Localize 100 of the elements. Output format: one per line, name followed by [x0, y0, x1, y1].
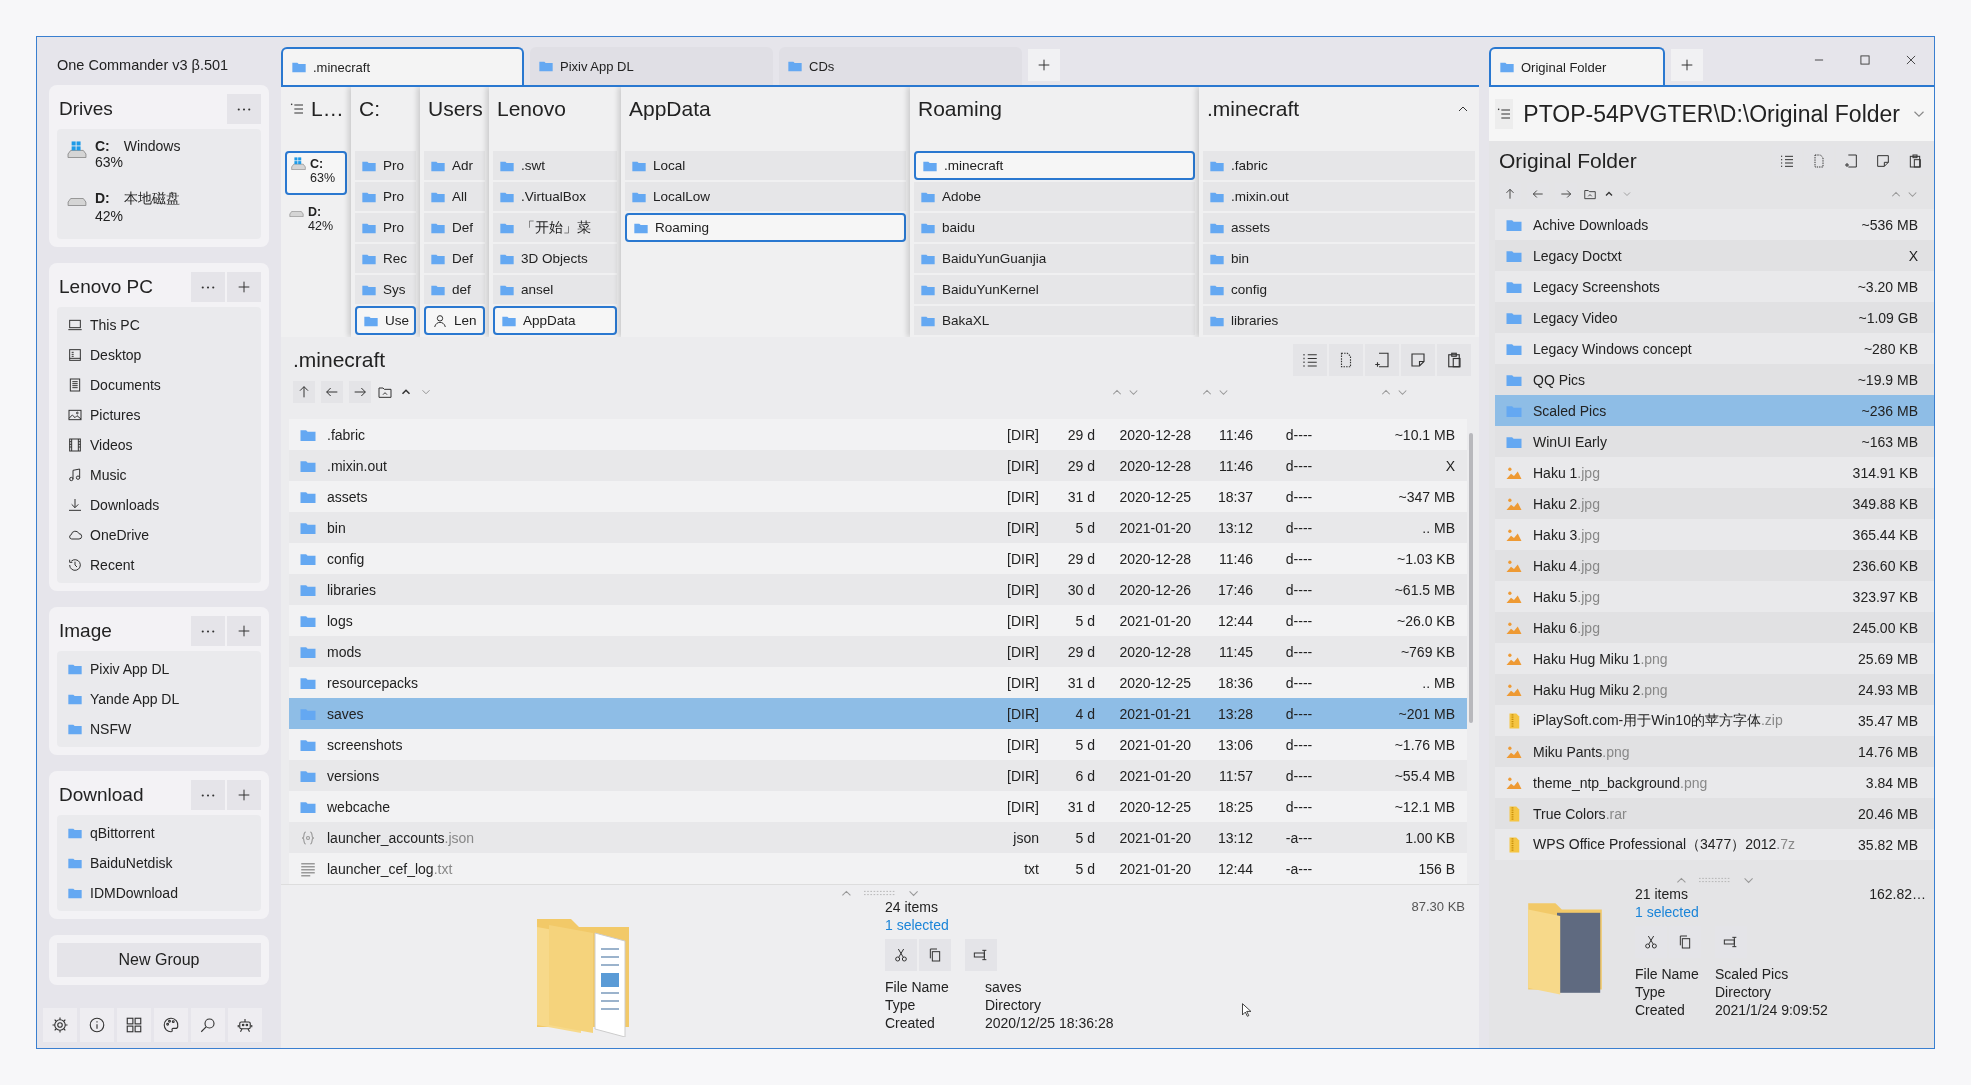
- drive-item[interactable]: C: 63%: [285, 151, 347, 195]
- file-row[interactable]: bin [DIR] 5 d 2021-01-20 13:12 d---- .. MB: [289, 512, 1467, 543]
- file-row[interactable]: .mixin.out [DIR] 29 d 2020-12-28 11:46 d---- X: [289, 450, 1467, 481]
- add-button[interactable]: [227, 780, 261, 810]
- file-row[interactable]: launcher_accounts.json json 5 d 2021-01-20 13:12 -a--- 1.00 KB: [289, 822, 1467, 853]
- sidebar-item[interactable]: Documents: [57, 370, 261, 400]
- scrollbar-thumb[interactable]: [1469, 433, 1473, 723]
- cut-button[interactable]: [885, 939, 917, 971]
- folder-item[interactable]: 「开始」菜: [493, 213, 617, 242]
- robot-button[interactable]: [228, 1008, 262, 1042]
- folder-item[interactable]: Pro: [355, 182, 416, 211]
- folder-item[interactable]: libraries: [1203, 306, 1475, 335]
- search-button[interactable]: [191, 1008, 225, 1042]
- file-row[interactable]: iPlaySoft.com-用于Win10的苹方字体.zip 35.47 MB: [1495, 705, 1934, 736]
- sidebar-item[interactable]: Desktop: [57, 340, 261, 370]
- folder-item[interactable]: BaiduYunGuanjia: [914, 244, 1195, 273]
- new-tab-button[interactable]: [1028, 49, 1060, 81]
- folder-item[interactable]: Adobe: [914, 182, 1195, 211]
- file-row[interactable]: Haku 3.jpg 365.44 KB: [1495, 519, 1934, 550]
- folder-item[interactable]: Adr: [424, 151, 485, 180]
- folder-item[interactable]: .fabric: [1203, 151, 1475, 180]
- file-row[interactable]: launcher_cef_log.txt txt 5 d 2021-01-20 12:44 -a--- 156 B: [289, 853, 1467, 884]
- drive-item[interactable]: C: Windows 63%: [57, 132, 261, 184]
- sidebar-item[interactable]: Music: [57, 460, 261, 490]
- folder-item[interactable]: BakaXL: [914, 306, 1195, 335]
- sidebar-item[interactable]: NSFW: [57, 714, 261, 744]
- file-row[interactable]: Haku 5.jpg 323.97 KB: [1495, 581, 1934, 612]
- sidebar-item[interactable]: Yande App DL: [57, 684, 261, 714]
- add-button[interactable]: [227, 272, 261, 302]
- file-row[interactable]: Scaled Pics ~236 MB: [1495, 395, 1934, 426]
- new-group-button[interactable]: New Group: [57, 943, 261, 977]
- drive-item[interactable]: D: 42%: [285, 201, 347, 245]
- up-button[interactable]: [293, 381, 315, 403]
- settings-button[interactable]: [43, 1008, 77, 1042]
- folder-item[interactable]: def: [424, 275, 485, 304]
- theme-button[interactable]: [154, 1008, 188, 1042]
- sidebar-item[interactable]: Downloads: [57, 490, 261, 520]
- layout-button[interactable]: [117, 1008, 151, 1042]
- folder-item[interactable]: BaiduYunKernel: [914, 275, 1195, 304]
- tab[interactable]: Original Folder: [1489, 47, 1665, 85]
- folder-item[interactable]: Def: [424, 213, 485, 242]
- rename-button[interactable]: [965, 939, 997, 971]
- folder-item[interactable]: Local: [625, 151, 906, 180]
- file-row[interactable]: webcache [DIR] 31 d 2020-12-25 18:25 d---- ~12.1 MB: [289, 791, 1467, 822]
- paste-button[interactable]: [1437, 344, 1471, 376]
- file-row[interactable]: screenshots [DIR] 5 d 2021-01-20 13:06 d---- ~1.76 MB: [289, 729, 1467, 760]
- info-button[interactable]: [80, 1008, 114, 1042]
- file-row[interactable]: resourcepacks [DIR] 31 d 2020-12-25 18:36 d---- .. MB: [289, 667, 1467, 698]
- sidebar-item[interactable]: Recent: [57, 550, 261, 580]
- selection-count[interactable]: 1 selected: [885, 917, 1349, 933]
- file-row[interactable]: saves [DIR] 4 d 2021-01-21 13:28 d---- ~201 MB: [289, 698, 1467, 729]
- folder-up-icon[interactable]: [1583, 187, 1597, 201]
- folder-item[interactable]: bin: [1203, 244, 1475, 273]
- file-row[interactable]: assets [DIR] 31 d 2020-12-25 18:37 d---- ~347 MB: [289, 481, 1467, 512]
- copy-button[interactable]: [919, 939, 951, 971]
- folder-item[interactable]: Len: [424, 306, 485, 335]
- file-row[interactable]: Legacy Screenshots ~3.20 MB: [1495, 271, 1934, 302]
- file-row[interactable]: logs [DIR] 5 d 2021-01-20 12:44 d---- ~26.0 KB: [289, 605, 1467, 636]
- folder-item[interactable]: AppData: [493, 306, 617, 335]
- folder-item[interactable]: ansel: [493, 275, 617, 304]
- folder-item[interactable]: Sys: [355, 275, 416, 304]
- folder-item[interactable]: Def: [424, 244, 485, 273]
- file-row[interactable]: .fabric [DIR] 29 d 2020-12-28 11:46 d---- ~10.1 MB: [289, 419, 1467, 450]
- folder-item[interactable]: Pro: [355, 151, 416, 180]
- sidebar-item[interactable]: Videos: [57, 430, 261, 460]
- folder-item[interactable]: Rec: [355, 244, 416, 273]
- tab[interactable]: Pixiv App DL: [530, 47, 773, 85]
- folder-item[interactable]: assets: [1203, 213, 1475, 242]
- file-row[interactable]: Achive Downloads ~536 MB: [1495, 209, 1934, 240]
- view-button[interactable]: [1293, 344, 1327, 376]
- forward-button[interactable]: [349, 381, 371, 403]
- tab[interactable]: .minecraft: [281, 47, 524, 85]
- folder-item[interactable]: .swt: [493, 151, 617, 180]
- new-tab-button[interactable]: [1671, 49, 1703, 81]
- sidebar-item[interactable]: This PC: [57, 310, 261, 340]
- file-row[interactable]: libraries [DIR] 30 d 2020-12-26 17:46 d---- ~61.5 MB: [289, 574, 1467, 605]
- file-row[interactable]: config [DIR] 29 d 2020-12-28 11:46 d---- ~1.03 KB: [289, 543, 1467, 574]
- file-row[interactable]: Haku 1.jpg 314.91 KB: [1495, 457, 1934, 488]
- new-file-button[interactable]: [1329, 344, 1363, 376]
- drive-item[interactable]: D: 本地磁盘 42%: [57, 184, 261, 236]
- folder-item[interactable]: .minecraft: [914, 151, 1195, 180]
- sidebar-item[interactable]: OneDrive: [57, 520, 261, 550]
- folder-item[interactable]: baidu: [914, 213, 1195, 242]
- file-row[interactable]: theme_ntp_background.png 3.84 MB: [1495, 767, 1934, 798]
- menu-button[interactable]: [1495, 99, 1514, 129]
- folder-item[interactable]: LocalLow: [625, 182, 906, 211]
- folder-item[interactable]: Roaming: [625, 213, 906, 242]
- folder-item[interactable]: 3D Objects: [493, 244, 617, 273]
- folder-item[interactable]: config: [1203, 275, 1475, 304]
- folder-item[interactable]: .VirtualBox: [493, 182, 617, 211]
- folder-item[interactable]: .mixin.out: [1203, 182, 1475, 211]
- back-button[interactable]: [321, 381, 343, 403]
- file-row[interactable]: Legacy Windows concept ~280 KB: [1495, 333, 1934, 364]
- sidebar-item[interactable]: qBittorrent: [57, 818, 261, 848]
- folder-up-icon[interactable]: [377, 384, 393, 400]
- sidebar-item[interactable]: IDMDownload: [57, 878, 261, 908]
- file-row[interactable]: WPS Office Professional（3477）2012.7z 35.82 MB: [1495, 829, 1934, 860]
- file-row[interactable]: mods [DIR] 29 d 2020-12-28 11:45 d---- ~769 KB: [289, 636, 1467, 667]
- sidebar-item[interactable]: Pictures: [57, 400, 261, 430]
- file-row[interactable]: Haku Hug Miku 1.png 25.69 MB: [1495, 643, 1934, 674]
